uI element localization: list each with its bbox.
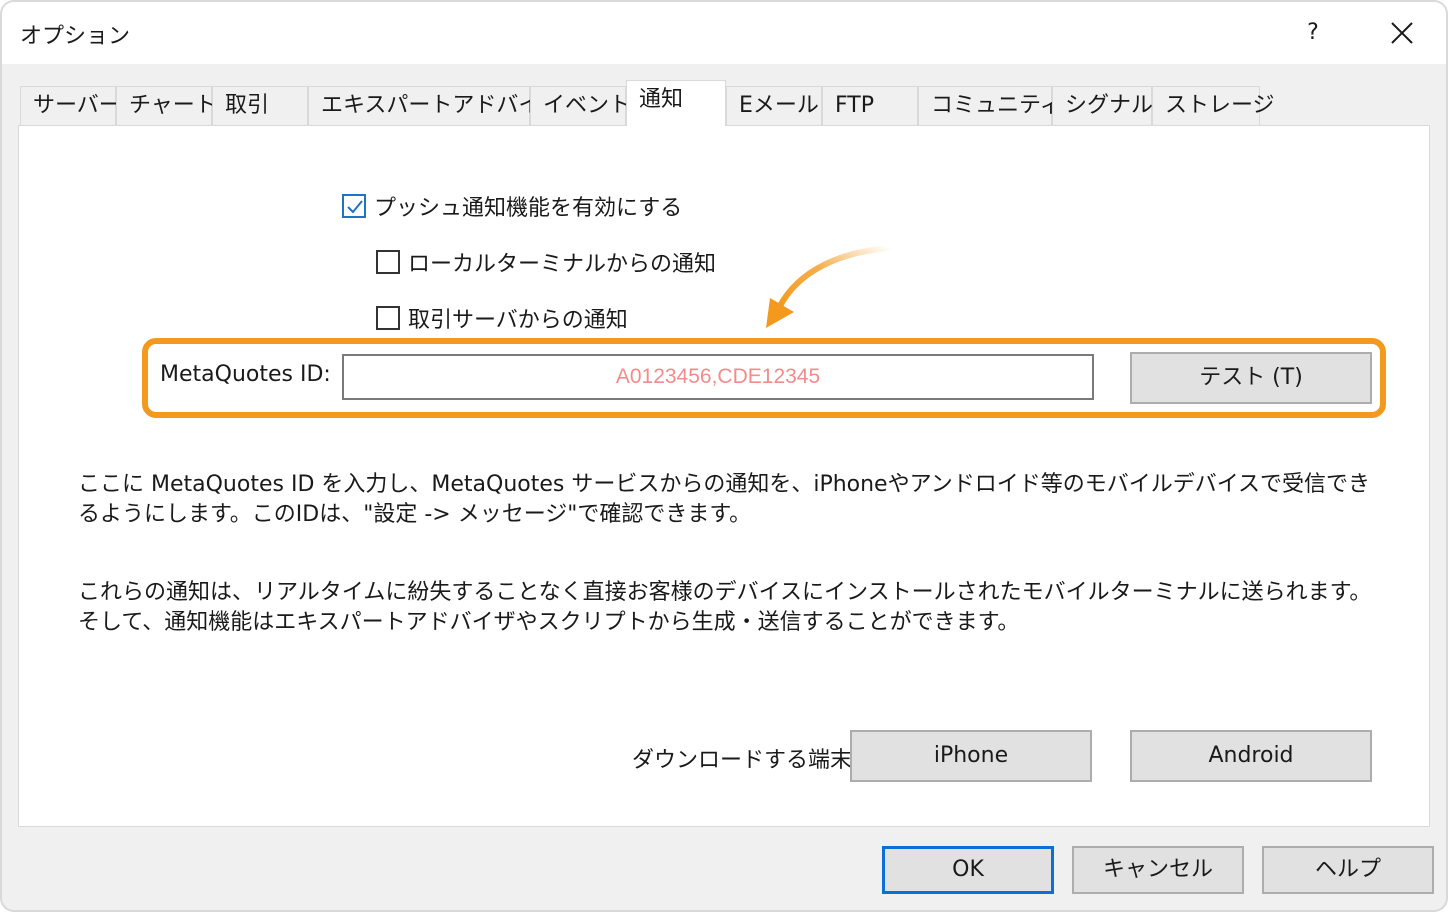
help-icon[interactable]: ? — [1298, 16, 1328, 50]
tab-email[interactable]: Eメール — [726, 86, 822, 126]
local-terminal-label: ローカルターミナルからの通知 — [408, 252, 717, 277]
description-notifications: これらの通知は、リアルタイムに紛失することなく直接お客様のデバイスにインストール… — [78, 580, 1372, 635]
tab-expert-advisors[interactable]: エキスパートアドバイザ — [308, 86, 562, 126]
checkbox-unchecked-icon — [376, 250, 400, 274]
window-title: オプション — [20, 24, 131, 49]
iphone-button[interactable]: iPhone — [850, 730, 1092, 782]
ok-button[interactable]: OK — [882, 846, 1054, 894]
tab-server[interactable]: サーバー — [20, 86, 121, 126]
tab-ftp[interactable]: FTP — [822, 86, 918, 126]
tab-community[interactable]: コミュニティー — [918, 86, 1084, 126]
checkbox-unchecked-icon — [376, 306, 400, 330]
test-button[interactable]: テスト (T) — [1130, 352, 1372, 404]
tab-strip: サーバー チャート 取引 エキスパートアドバイザ イベント 通知 Eメール FT… — [20, 80, 1430, 126]
tab-signals[interactable]: シグナル — [1052, 86, 1153, 126]
description-metaquotes-id: ここに MetaQuotes ID を入力し、MetaQuotes サービスから… — [78, 472, 1371, 527]
cancel-button[interactable]: キャンセル — [1072, 846, 1244, 894]
checkbox-checked-icon — [342, 194, 366, 218]
enable-push-checkbox[interactable]: プッシュ通知機能を有効にする — [342, 190, 682, 222]
title-bar: オプション ? — [2, 2, 1446, 64]
download-label: ダウンロードする端末: — [632, 748, 860, 773]
tab-trade[interactable]: 取引 — [212, 86, 308, 126]
metaquotes-id-label: MetaQuotes ID: — [160, 362, 331, 387]
trade-server-label: 取引サーバからの通知 — [408, 308, 628, 333]
local-terminal-checkbox[interactable]: ローカルターミナルからの通知 — [376, 246, 716, 278]
help-button[interactable]: ヘルプ — [1262, 846, 1434, 894]
android-button[interactable]: Android — [1130, 730, 1372, 782]
tab-notifications[interactable]: 通知 — [626, 80, 726, 126]
tab-events[interactable]: イベント — [530, 86, 631, 126]
options-dialog: オプション ? サーバー チャート 取引 エキスパートアドバイザ イベント 通知… — [0, 0, 1448, 912]
enable-push-label: プッシュ通知機能を有効にする — [374, 196, 683, 221]
tab-chart[interactable]: チャート — [116, 86, 217, 126]
trade-server-checkbox[interactable]: 取引サーバからの通知 — [376, 302, 628, 334]
close-icon[interactable] — [1384, 16, 1420, 50]
tab-storage[interactable]: ストレージ — [1152, 86, 1275, 126]
metaquotes-id-input[interactable]: A0123456,CDE12345 — [342, 354, 1094, 400]
arrow-icon — [758, 242, 898, 338]
